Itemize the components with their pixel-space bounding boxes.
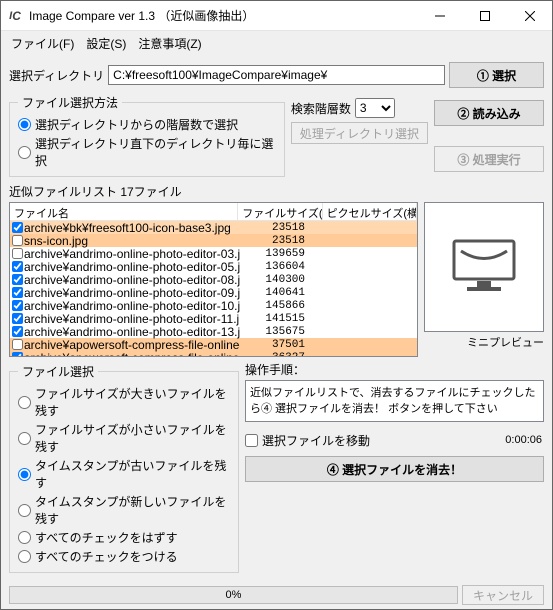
row-filename: archive¥apowersoft-compress-file-online-… xyxy=(24,351,240,358)
app-icon: IC xyxy=(7,8,23,24)
filesel-r2[interactable]: ファイルサイズが小さいファイルを残す xyxy=(18,420,230,456)
row-checkbox[interactable] xyxy=(12,352,23,357)
row-filename: archive¥bk¥freesoft100-icon-base3.jpg xyxy=(24,221,240,235)
row-checkbox[interactable] xyxy=(12,313,23,324)
progress-bar: 0% xyxy=(9,586,458,604)
row-size: 140300 xyxy=(240,274,325,286)
table-row[interactable]: archive¥andrimo-online-photo-editor-13.j… xyxy=(10,325,417,338)
table-row[interactable]: archive¥andrimo-online-photo-editor-10.j… xyxy=(10,299,417,312)
row-size: 140641 xyxy=(240,287,325,299)
col-filesize[interactable]: ファイルサイズ(byte) xyxy=(238,203,322,220)
file-list[interactable]: ファイル名 ファイルサイズ(byte) ピクセルサイズ(横・縦) archive… xyxy=(9,202,418,357)
row-size: 36327 xyxy=(240,352,325,358)
row-filename: sns-icon.jpg xyxy=(24,234,240,248)
filesel-legend: ファイル選択 xyxy=(18,363,98,380)
menu-settings[interactable]: 設定(S) xyxy=(82,33,130,54)
move-checkbox[interactable]: 選択ファイルを移動 xyxy=(245,431,370,450)
table-row[interactable]: archive¥andrimo-online-photo-editor-03.j… xyxy=(10,247,417,260)
filesel-r3[interactable]: タイムスタンプが古いファイルを残す xyxy=(18,456,230,492)
monitor-icon xyxy=(449,236,519,299)
window-title: Image Compare ver 1.3 （近似画像抽出） xyxy=(29,7,417,24)
menu-file[interactable]: ファイル(F) xyxy=(7,33,78,54)
row-filename: archive¥apowersoft-compress-file-online-… xyxy=(24,338,240,352)
ops-label: 操作手順： xyxy=(245,361,544,378)
row-size: 139659 xyxy=(240,248,325,260)
preview-label: ミニプレビュー xyxy=(424,334,544,350)
menu-notes[interactable]: 注意事項(Z) xyxy=(134,33,205,54)
row-checkbox[interactable] xyxy=(12,287,23,298)
load-button[interactable]: ② 読み込み xyxy=(434,100,544,126)
method-legend: ファイル選択方法 xyxy=(18,94,122,111)
row-size: 135675 xyxy=(240,326,325,338)
delete-button[interactable]: ④ 選択ファイルを消去！ xyxy=(245,456,544,482)
method-fieldset: ファイル選択方法 選択ディレクトリからの階層数で選択 選択ディレクトリ直下のディ… xyxy=(9,94,285,177)
dir-label: 選択ディレクトリ xyxy=(9,67,104,84)
close-button[interactable] xyxy=(507,1,552,31)
row-checkbox[interactable] xyxy=(12,326,23,337)
timer: 0:00:06 xyxy=(503,430,544,450)
row-filename: archive¥andrimo-online-photo-editor-05.j… xyxy=(24,260,240,274)
menubar: ファイル(F) 設定(S) 注意事項(Z) xyxy=(1,31,552,56)
row-checkbox[interactable] xyxy=(12,300,23,311)
app-window: IC Image Compare ver 1.3 （近似画像抽出） ファイル(F… xyxy=(0,0,553,610)
ops-text: 近似ファイルリストで、消去するファイルにチェックしたら④ 選択ファイルを消去！ … xyxy=(245,380,544,422)
row-size: 23518 xyxy=(240,235,325,247)
method-radio-subdir[interactable]: 選択ディレクトリ直下のディレクトリ毎に選択 xyxy=(18,134,276,170)
maximize-button[interactable] xyxy=(462,1,507,31)
row-filename: archive¥andrimo-online-photo-editor-08.j… xyxy=(24,273,240,287)
table-row[interactable]: archive¥apowersoft-compress-file-online-… xyxy=(10,338,417,351)
list-header: ファイル名 ファイルサイズ(byte) ピクセルサイズ(横・縦) xyxy=(10,203,417,221)
method-radio-depth[interactable]: 選択ディレクトリからの階層数で選択 xyxy=(18,115,276,134)
table-row[interactable]: archive¥andrimo-online-photo-editor-05.j… xyxy=(10,260,417,273)
table-row[interactable]: archive¥andrimo-online-photo-editor-11.j… xyxy=(10,312,417,325)
row-size: 145866 xyxy=(240,300,325,312)
row-size: 136604 xyxy=(240,261,325,273)
col-filename[interactable]: ファイル名 xyxy=(10,203,238,220)
col-pixelsize[interactable]: ピクセルサイズ(横・縦) xyxy=(323,203,417,220)
table-row[interactable]: archive¥andrimo-online-photo-editor-08.j… xyxy=(10,273,417,286)
depth-label: 検索階層数 xyxy=(291,100,351,117)
titlebar[interactable]: IC Image Compare ver 1.3 （近似画像抽出） xyxy=(1,1,552,31)
dir-input[interactable] xyxy=(108,65,445,85)
row-checkbox[interactable] xyxy=(12,222,23,233)
proc-dir-button: 処理ディレクトリ選択 xyxy=(291,122,428,144)
row-filename: archive¥andrimo-online-photo-editor-11.j… xyxy=(24,312,240,326)
filesel-fieldset: ファイル選択 ファイルサイズが大きいファイルを残す ファイルサイズが小さいファイ… xyxy=(9,363,239,573)
filesel-r1[interactable]: ファイルサイズが大きいファイルを残す xyxy=(18,384,230,420)
table-row[interactable]: archive¥bk¥freesoft100-icon-base3.jpg235… xyxy=(10,221,417,234)
row-filename: archive¥andrimo-online-photo-editor-03.j… xyxy=(24,247,240,261)
row-checkbox[interactable] xyxy=(12,235,23,246)
table-row[interactable]: archive¥apowersoft-compress-file-online-… xyxy=(10,351,417,357)
minimize-button[interactable] xyxy=(417,1,462,31)
row-filename: archive¥andrimo-online-photo-editor-13.j… xyxy=(24,325,240,339)
select-dir-button[interactable]: ① 選択 xyxy=(449,62,544,88)
row-checkbox[interactable] xyxy=(12,248,23,259)
filesel-r5[interactable]: すべてのチェックをはずす xyxy=(18,528,230,547)
row-size: 23518 xyxy=(240,222,325,234)
table-row[interactable]: sns-icon.jpg23518 xyxy=(10,234,417,247)
list-title: 近似ファイルリスト 17ファイル xyxy=(9,183,544,200)
depth-select[interactable]: 3 xyxy=(355,98,395,118)
preview-box xyxy=(424,202,544,332)
filesel-r4[interactable]: タイムスタンプが新しいファイルを残す xyxy=(18,492,230,528)
row-size: 141515 xyxy=(240,313,325,325)
table-row[interactable]: archive¥andrimo-online-photo-editor-09.j… xyxy=(10,286,417,299)
row-size: 37501 xyxy=(240,339,325,351)
row-checkbox[interactable] xyxy=(12,339,23,350)
row-filename: archive¥andrimo-online-photo-editor-10.j… xyxy=(24,299,240,313)
row-filename: archive¥andrimo-online-photo-editor-09.j… xyxy=(24,286,240,300)
row-checkbox[interactable] xyxy=(12,261,23,272)
filesel-r6[interactable]: すべてのチェックをつける xyxy=(18,547,230,566)
cancel-button: キャンセル xyxy=(462,585,544,605)
row-checkbox[interactable] xyxy=(12,274,23,285)
run-button: ③ 処理実行 xyxy=(434,146,544,172)
